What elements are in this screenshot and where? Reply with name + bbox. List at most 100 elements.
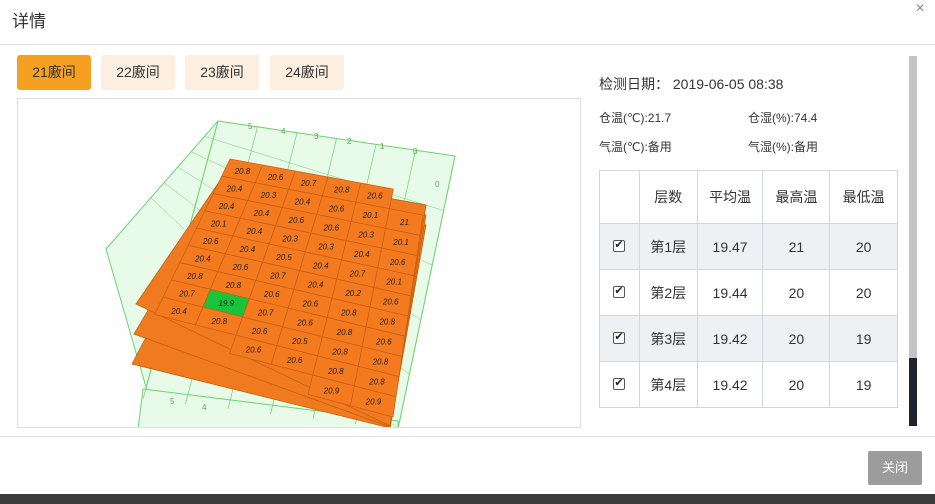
heatmap-cell-label: 20.7 — [349, 270, 366, 279]
close-icon[interactable]: × — [911, 0, 929, 18]
axis-tick-label: 0 — [435, 180, 440, 189]
heatmap-cell-label: 20.6 — [232, 263, 249, 272]
heatmap-cell-label: 20.8 — [225, 281, 242, 290]
row-checkbox-cell — [599, 269, 640, 316]
axis-tick-label: 4 — [202, 403, 207, 412]
avg-cell: 19.47 — [696, 223, 764, 270]
min-cell: 20 — [829, 223, 898, 270]
heatmap-cell-label: 20.4 — [194, 254, 211, 263]
heatmap-cell-label: 20.8 — [331, 347, 348, 356]
detection-date: 检测日期： 2019-06-05 08:38 — [599, 76, 784, 92]
axis-tick-label: 1 — [380, 142, 385, 151]
scrollbar-thumb[interactable] — [909, 56, 917, 358]
tab-22[interactable]: 22廒间 — [101, 55, 175, 90]
heatmap-cell-label: 20.6 — [263, 290, 280, 299]
max-cell: 20 — [762, 269, 831, 316]
heatmap-cell-label: 20.5 — [275, 253, 292, 262]
heatmap-cell-label: 20.8 — [234, 167, 251, 176]
heatmap-cell-label: 20.4 — [294, 198, 311, 207]
detail-dialog: 详情 × 21廒间 22廒间 23廒间 24廒间 5 4 3 2 1 0 0 5 4 20.8 20… — [0, 0, 935, 504]
table-row: 第1层 19.47 21 20 — [599, 223, 898, 270]
close-button[interactable]: 关闭 — [868, 451, 922, 485]
heatmap-cell-label: 20.3 — [317, 242, 334, 251]
heatmap-cell-label: 20.4 — [246, 227, 263, 236]
heatmap-svg: 54321005420.820.620.720.820.620.420.320.… — [105, 120, 456, 427]
heatmap-cell-label: 20.6 — [286, 356, 303, 365]
heatmap-cell-label: 20.1 — [210, 219, 227, 228]
avg-cell: 19.42 — [696, 315, 764, 362]
heatmap-cell-label: 20.8 — [336, 328, 353, 337]
min-cell: 20 — [829, 269, 898, 316]
heatmap-cell-label: 20.4 — [253, 209, 270, 218]
heatmap-cell-label: 20.7 — [178, 289, 195, 298]
heatmap-cell-label: 20.8 — [186, 272, 203, 281]
layer-cell: 第3层 — [638, 315, 698, 362]
axis-tick-label: 3 — [314, 132, 319, 141]
layer-table: 层数 平均温 最高温 最低温 第1层 19.47 21 20 第2层 19.44… — [599, 170, 898, 408]
th-checkbox — [599, 170, 640, 224]
th-min: 最低温 — [829, 170, 898, 224]
max-cell: 20 — [762, 315, 831, 362]
layer-cell: 第4层 — [638, 361, 698, 408]
heatmap-cell-label: 20.8 — [372, 357, 389, 366]
tab-24[interactable]: 24廒间 — [270, 55, 344, 90]
heatmap-cell-label: 20.6 — [296, 318, 313, 327]
air-humidity: 气湿(%):备用 — [748, 140, 818, 154]
layer-cell: 第2层 — [638, 269, 698, 316]
layer-1-checkbox[interactable] — [613, 238, 626, 252]
avg-cell: 19.44 — [696, 269, 764, 316]
heatmap-cell-label: 20.8 — [368, 377, 385, 386]
table-row: 第2层 19.44 20 20 — [599, 269, 898, 316]
th-layer: 层数 — [638, 170, 698, 224]
heatmap-cell-label: 20.4 — [239, 245, 256, 254]
heatmap-cell-label: 20.4 — [353, 250, 370, 259]
heatmap-cell-label: 20.1 — [392, 238, 409, 247]
granary-temp: 仓温(℃):21.7 — [599, 111, 672, 125]
min-cell: 19 — [829, 315, 898, 362]
table-header-row: 层数 平均温 最高温 最低温 — [599, 170, 898, 224]
axis-tick-label: 0 — [413, 147, 418, 156]
row-checkbox-cell — [599, 223, 640, 270]
row-checkbox-cell — [599, 361, 640, 408]
heatmap-cell-label: 20.2 — [344, 289, 361, 298]
tab-21[interactable]: 21廒间 — [17, 55, 91, 90]
heatmap-cell-label: 20.8 — [327, 367, 344, 376]
heatmap-cell-label: 21 — [399, 218, 409, 227]
min-cell: 19 — [829, 361, 898, 408]
footer-divider — [0, 436, 935, 437]
heatmap-cell-label: 20.7 — [269, 272, 286, 281]
heatmap-cell-label: 20.9 — [323, 386, 340, 395]
heatmap-cell-label: 20.6 — [302, 299, 319, 308]
heatmap-cell-label: 20.4 — [170, 307, 187, 316]
heatmap-cell-label: 20.6 — [288, 216, 305, 225]
th-max: 最高温 — [762, 170, 831, 224]
heatmap-cell-label: 20.7 — [300, 179, 317, 188]
heatmap-cell-label: 20.1 — [385, 278, 402, 287]
granary-humidity: 仓湿(%):74.4 — [748, 111, 818, 125]
heatmap-cell-label: 20.6 — [267, 173, 284, 182]
heatmap-cell-label: 20.4 — [312, 261, 329, 270]
heatmap-cell-label: 20.6 — [328, 204, 345, 213]
layer-2-checkbox[interactable] — [613, 284, 626, 298]
heatmap-cell-label: 20.8 — [378, 318, 395, 327]
heatmap-cell-label: 20.6 — [202, 237, 219, 246]
heatmap-cell-label: 20.4 — [218, 202, 235, 211]
background-strip — [0, 494, 935, 504]
heatmap-cell-label: 20.6 — [375, 338, 392, 347]
temperature-3d-chart[interactable]: 5 4 3 2 1 0 0 5 4 20.8 20.6 20.7 20.8 20.6 20.4 20.3 20.… — [17, 98, 581, 428]
heatmap-cell-label: 20.3 — [260, 191, 277, 200]
heatmap-cell-label: 19.9 — [219, 299, 235, 308]
layer-4-checkbox[interactable] — [613, 376, 626, 390]
layer-3-checkbox[interactable] — [613, 330, 626, 344]
dialog-header: 详情 × — [0, 0, 935, 45]
heatmap-cell-label: 20.6 — [251, 327, 268, 336]
heatmap-cell-label: 20.6 — [366, 192, 383, 201]
heatmap-cell-label: 20.6 — [245, 346, 262, 355]
heatmap-cell-label: 20.1 — [362, 211, 379, 220]
axis-tick-label: 5 — [248, 122, 253, 131]
heatmap-cell-label: 20.7 — [257, 309, 274, 318]
heatmap-cell-label: 20.5 — [291, 337, 308, 346]
tab-23[interactable]: 23廒间 — [185, 55, 259, 90]
heatmap-cell-label: 20.8 — [333, 185, 350, 194]
table-row: 第4层 19.42 20 19 — [599, 361, 898, 408]
